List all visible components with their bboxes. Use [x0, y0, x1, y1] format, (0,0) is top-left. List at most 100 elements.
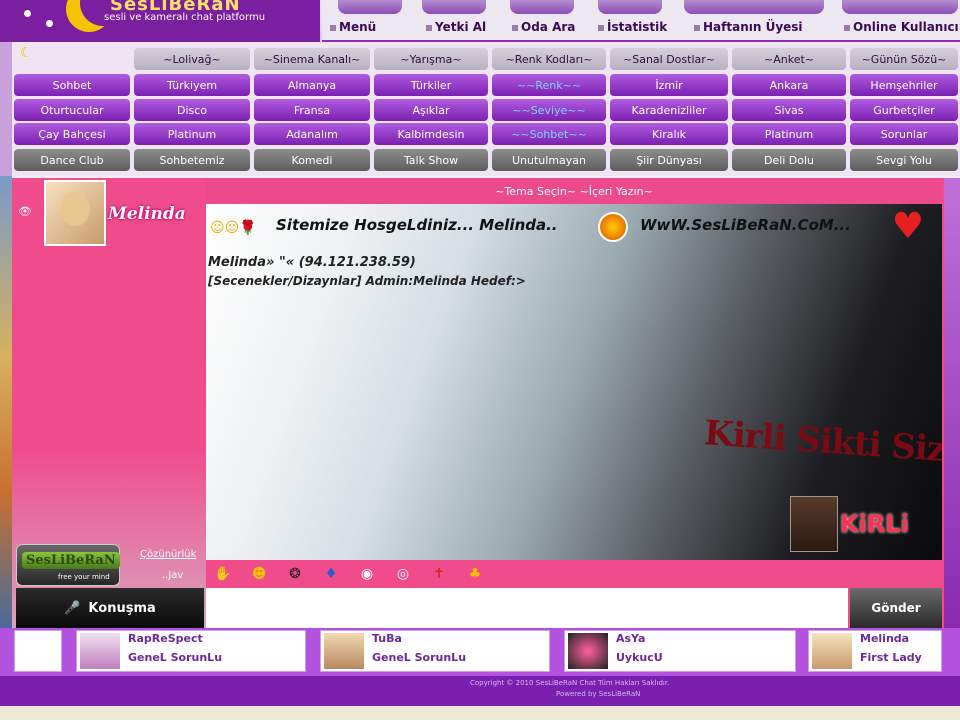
sponsor-badge-sub: free your mind: [58, 573, 110, 581]
site-url: WwW.SesLiBeRaN.CoM...: [640, 216, 851, 234]
color-link[interactable]: ~~Seviye~~: [492, 99, 606, 121]
user-card[interactable]: [14, 630, 62, 672]
user-name: Melinda: [860, 632, 910, 645]
nav-istatistik[interactable]: İstatistik: [598, 20, 667, 38]
room-link[interactable]: Disco: [134, 99, 250, 121]
room-link[interactable]: Gurbetçiler: [850, 99, 958, 121]
menu-header[interactable]: ~Yarışma~: [374, 48, 488, 70]
browser-statusbar: [0, 706, 960, 720]
room-link[interactable]: Kiralık: [610, 123, 728, 145]
star-icon: [46, 20, 53, 27]
color-link[interactable]: ~~Renk~~: [492, 74, 606, 96]
room-link[interactable]: Kalbimdesin: [374, 123, 488, 145]
user-name: AsYa: [616, 632, 646, 645]
room-link[interactable]: Sivas: [732, 99, 846, 121]
room-link[interactable]: Sorunlar: [850, 123, 958, 145]
avatar: [568, 633, 608, 669]
nav-yetki-al[interactable]: Yetki Al: [426, 20, 486, 38]
nav-haftanin-uyesi[interactable]: Haftanın Üyesi: [694, 20, 803, 38]
room-link[interactable]: Platinum: [134, 123, 250, 145]
star-icon: [24, 10, 31, 17]
user-photo: [790, 496, 838, 552]
user-status: GeneL SorunLu: [372, 651, 467, 664]
room-link[interactable]: Türkiler: [374, 74, 488, 96]
menu-header[interactable]: ~Lolivağ~: [134, 48, 250, 70]
menu-header[interactable]: ~Sanal Dostlar~: [610, 48, 728, 70]
heart-icon: ♥: [891, 206, 924, 247]
room-link[interactable]: Çay Bahçesi: [14, 123, 130, 145]
message-input[interactable]: [206, 588, 848, 628]
room-link[interactable]: Sevgi Yolu: [850, 149, 958, 171]
welcome-message: Sitemize HosgeLdiniz... Melinda..: [276, 216, 558, 234]
copyright: Copyright © 2010 SesLiBeRaN Chat Tüm Hak…: [470, 679, 670, 687]
powered-by: Powered by SesLiBeRaN: [556, 690, 641, 698]
user-status: GeneL SorunLu: [128, 651, 223, 664]
room-link[interactable]: Komedi: [254, 149, 370, 171]
graffiti-text: Kirli Sikti Sizi: [702, 413, 942, 471]
avatar: [812, 633, 852, 669]
hand-icon[interactable]: ✋: [214, 565, 232, 583]
desktop-wallpaper-edge: [0, 176, 12, 628]
room-link[interactable]: Sohbetemiz: [134, 149, 250, 171]
ip-line: Melinda» "« (94.121.238.59): [208, 255, 416, 270]
eye-icon[interactable]: ◎: [394, 565, 412, 583]
status-line: [Secenekler/Dizaynlar] Admin:Melinda Hed…: [208, 274, 526, 288]
right-edge: [944, 178, 960, 628]
avatar: [80, 633, 120, 669]
user-status: First Lady: [860, 651, 922, 664]
resolution-sub: ..Jav: [162, 570, 184, 581]
menu-header[interactable]: ~Renk Kodları~: [492, 48, 606, 70]
chat-messages: ☺☺🌹 Sitemize HosgeLdiniz... Melinda.. Ww…: [206, 204, 942, 560]
menu-header[interactable]: ~Sinema Kanalı~: [254, 48, 370, 70]
room-link[interactable]: Platinum: [732, 123, 846, 145]
room-link[interactable]: Hemşehriler: [850, 74, 958, 96]
room-link[interactable]: Oturtucular: [14, 99, 130, 121]
color-link[interactable]: ~~Sohbet~~: [492, 123, 606, 145]
avatar: [324, 633, 364, 669]
figure-icon[interactable]: ✝: [430, 565, 448, 583]
menu-header[interactable]: ~Anket~: [732, 48, 846, 70]
resolution-link[interactable]: Çözünürlük: [140, 549, 196, 560]
badge-icon: [598, 212, 628, 242]
room-link[interactable]: Dance Club: [14, 149, 130, 171]
speak-button[interactable]: 🎤 Konuşma: [16, 588, 204, 628]
room-link[interactable]: İzmir: [610, 74, 728, 96]
kirli-logo: KiRLi: [840, 510, 909, 538]
microphone-icon: 🎤: [64, 600, 81, 616]
menu-header[interactable]: ~Günün Sözü~: [850, 48, 958, 70]
room-link[interactable]: Adanalım: [254, 123, 370, 145]
logo-tagline: sesli ve kameralı chat platformu: [104, 12, 266, 23]
sponsor-badge-text: SesLiBeRaN: [22, 552, 120, 569]
smiley-icon[interactable]: ☻: [250, 565, 268, 583]
site-logo[interactable]: SesLiBeRaN sesli ve kameralı chat platfo…: [0, 0, 320, 42]
room-link[interactable]: Karadenizliler: [610, 99, 728, 121]
user-name: TuBa: [372, 632, 402, 645]
moon-icon: ☾: [20, 45, 33, 61]
nav-menu[interactable]: Menü: [330, 20, 376, 38]
camera-icon[interactable]: ◉: [358, 565, 376, 583]
nav-online-kullanici[interactable]: Online Kullanıcı: [844, 20, 959, 38]
room-link[interactable]: Fransa: [254, 99, 370, 121]
room-link[interactable]: Türkiyem: [134, 74, 250, 96]
avatar[interactable]: [44, 180, 106, 246]
room-link[interactable]: Almanya: [254, 74, 370, 96]
room-link[interactable]: Şiir Dünyası: [610, 149, 728, 171]
film-icon[interactable]: ❂: [286, 565, 304, 583]
current-user-name: Melinda: [108, 204, 186, 224]
room-link[interactable]: Sohbet: [14, 74, 130, 96]
header: SesLiBeRaN sesli ve kameralı chat platfo…: [0, 0, 960, 42]
chat-title: ~Tema Seçin~ ~İçeri Yazın~: [206, 178, 942, 204]
room-link[interactable]: Ankara: [732, 74, 846, 96]
eye-icon[interactable]: 👁: [18, 205, 32, 218]
nav-oda-ara[interactable]: Oda Ara: [512, 20, 575, 38]
drop-icon[interactable]: ♦: [322, 565, 340, 583]
room-link[interactable]: Aşıklar: [374, 99, 488, 121]
room-menu: ☾ ~Lolivağ~ ~Sinema Kanalı~ ~Yarışma~ ~R…: [0, 42, 960, 176]
emoticon-toolbar: [206, 560, 942, 588]
room-link[interactable]: Talk Show: [374, 149, 488, 171]
send-button[interactable]: Gönder: [850, 588, 942, 628]
room-link[interactable]: Deli Dolu: [732, 149, 846, 171]
top-navigation: Menü Yetki Al Oda Ara İstatistik Haftanı…: [322, 0, 960, 42]
room-link[interactable]: Unutulmayan: [492, 149, 606, 171]
bell-icon[interactable]: ♣: [466, 565, 484, 583]
